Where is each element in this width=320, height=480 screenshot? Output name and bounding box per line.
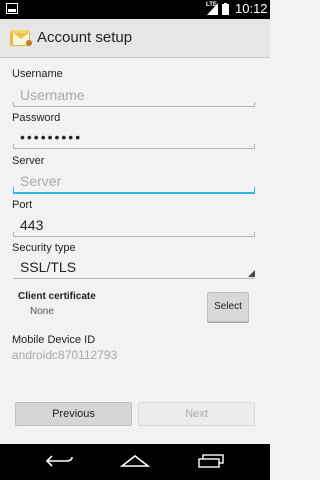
- server-field[interactable]: Server: [13, 172, 255, 194]
- server-label: Server: [12, 155, 45, 167]
- notification-icon: [6, 3, 18, 14]
- mobile-device-id-value: androidc870112793: [12, 348, 118, 362]
- select-certificate-button[interactable]: Select: [207, 292, 249, 322]
- mobile-device-id-label: Mobile Device ID: [12, 334, 96, 346]
- username-placeholder: Username: [20, 87, 85, 103]
- server-placeholder: Server: [20, 173, 62, 189]
- password-label: Password: [12, 112, 61, 124]
- security-type-spinner[interactable]: SSL/TLS: [13, 257, 255, 279]
- username-field[interactable]: Username: [13, 85, 255, 107]
- dropdown-arrow-icon: [248, 270, 255, 277]
- security-type-label: Security type: [12, 242, 76, 254]
- client-certificate-label: Client certificate: [18, 291, 96, 302]
- previous-button[interactable]: Previous: [15, 402, 132, 426]
- username-label: Username: [12, 68, 63, 80]
- battery-icon: [222, 3, 229, 15]
- password-value: •••••••••: [20, 129, 83, 145]
- page-title: Account setup: [37, 29, 133, 46]
- client-certificate-value: None: [30, 306, 54, 317]
- next-button[interactable]: Next: [138, 402, 255, 426]
- signal-icon: [207, 3, 218, 15]
- port-value: 443: [20, 217, 44, 233]
- password-field[interactable]: •••••••••: [13, 127, 255, 149]
- port-label: Port: [12, 199, 33, 211]
- email-app-icon: [10, 30, 32, 46]
- port-field[interactable]: 443: [13, 215, 255, 237]
- security-type-value: SSL/TLS: [20, 259, 77, 275]
- status-bar: LTE 10:12: [0, 0, 270, 19]
- home-icon[interactable]: [120, 454, 150, 468]
- action-bar: Account setup: [0, 19, 270, 58]
- navigation-bar: [0, 444, 270, 480]
- recent-apps-icon[interactable]: [198, 454, 224, 468]
- back-icon[interactable]: [46, 454, 74, 468]
- status-clock: 10:12: [235, 1, 268, 16]
